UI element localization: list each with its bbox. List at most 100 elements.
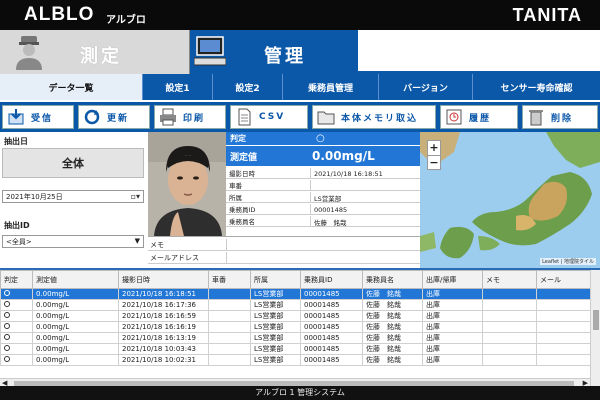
measured-value: 0.00mg/L: [312, 149, 375, 163]
detail-label: 車番: [229, 182, 242, 190]
app-logo: ALBLO: [24, 4, 95, 25]
table-cell: 2021/10/18 10:02:31: [118, 354, 209, 366]
table-cell: [536, 310, 591, 322]
table-cell: 2021/10/18 16:16:59: [118, 310, 209, 322]
table-cell: [208, 343, 251, 355]
table-cell: 出庫: [422, 332, 483, 344]
table-row[interactable]: 0.00mg/L 2021/10/18 10:02:31 LS営業部 00001485…: [0, 354, 591, 366]
tab-crew-management[interactable]: 乗務員管理: [282, 74, 378, 100]
memo-area: メモ メールアドレス: [148, 236, 420, 268]
column-header[interactable]: 所属: [250, 270, 301, 289]
email-field[interactable]: [226, 252, 420, 264]
document-icon: [238, 108, 251, 126]
table-row[interactable]: 0.00mg/L 2021/10/18 16:16:59 LS営業部 00001485…: [0, 310, 591, 322]
date-value: 2021年10月25日: [6, 192, 63, 201]
table-cell: LS営業部: [250, 288, 301, 300]
judge-cell: [0, 354, 33, 366]
update-label: 更新: [107, 113, 130, 124]
table-cell: [536, 343, 591, 355]
map-attribution[interactable]: Leaflet | 地理院タイル: [540, 258, 596, 265]
pass-circle-icon: [4, 334, 10, 340]
pass-circle-icon: [4, 312, 10, 318]
tab-settings-2[interactable]: 設定2: [212, 74, 282, 100]
column-header[interactable]: 車番: [208, 270, 251, 289]
delete-button[interactable]: 削除: [522, 105, 598, 129]
id-select[interactable]: <全員> ▼: [2, 235, 144, 248]
table-cell: [482, 288, 537, 300]
csv-button[interactable]: CSV: [230, 105, 308, 129]
horizontal-scrollbar[interactable]: ◀ ▶: [0, 378, 590, 386]
memo-label: メモ: [150, 240, 164, 249]
scroll-right-icon[interactable]: ▶: [583, 379, 588, 386]
column-header[interactable]: メモ: [482, 270, 537, 289]
vertical-scrollbar[interactable]: [590, 270, 600, 386]
tab-version[interactable]: バージョン: [378, 74, 472, 100]
table-row[interactable]: 0.00mg/L 2021/10/18 10:03:43 LS営業部 00001485…: [0, 343, 591, 355]
detail-row-car-number: 車番: [226, 180, 420, 191]
mode-tab-measure[interactable]: 測定: [0, 30, 190, 74]
table-cell: 出庫: [422, 299, 483, 311]
column-header[interactable]: 撮影日時: [118, 270, 209, 289]
column-header[interactable]: 乗務員ID: [300, 270, 363, 289]
tab-data-list[interactable]: データ一覧: [0, 74, 142, 100]
table-row[interactable]: 0.00mg/L 2021/10/18 16:16:19 LS営業部 00001485…: [0, 321, 591, 333]
table-cell: 00001485: [300, 343, 363, 355]
menu-bar: データ一覧 設定1 設定2 乗務員管理 バージョン センサー寿命確認: [0, 74, 600, 100]
memo-field[interactable]: [226, 239, 420, 251]
table-cell: 00001485: [300, 288, 363, 300]
tab-settings-1[interactable]: 設定1: [142, 74, 212, 100]
japan-map: [420, 132, 600, 268]
calendar-icon[interactable]: ▫▾: [131, 192, 140, 201]
tab-sensor-life[interactable]: センサー寿命確認: [472, 74, 600, 100]
table-cell: [208, 288, 251, 300]
table-row[interactable]: 0.00mg/L 2021/10/18 16:13:19 LS営業部 00001485…: [0, 332, 591, 344]
table-row[interactable]: 0.00mg/L 2021/10/18 16:18:51 LS営業部 00001485…: [0, 288, 591, 300]
history-icon: [446, 109, 462, 125]
judge-cell: [0, 321, 33, 333]
judge-cell: [0, 299, 33, 311]
column-header[interactable]: 乗務員名: [362, 270, 423, 289]
pass-circle-icon: [4, 345, 10, 351]
detail-label: 撮影日時: [229, 170, 255, 178]
scroll-left-icon[interactable]: ◀: [2, 379, 7, 386]
date-picker[interactable]: 2021年10月25日 ▫▾: [2, 190, 144, 203]
history-button[interactable]: 履歴: [440, 105, 518, 129]
all-button[interactable]: 全体: [2, 148, 144, 178]
judge-row: 判定 ○: [226, 132, 420, 145]
column-header[interactable]: 測定値: [32, 270, 119, 289]
table-cell: [482, 299, 537, 311]
scroll-thumb[interactable]: [593, 310, 599, 330]
table-cell: 0.00mg/L: [32, 343, 119, 355]
table-cell: LS営業部: [250, 354, 301, 366]
detail-label: 所属: [229, 194, 242, 202]
table-cell: LS営業部: [250, 332, 301, 344]
table-cell: [208, 321, 251, 333]
table-cell: 0.00mg/L: [32, 354, 119, 366]
printer-icon: [160, 108, 176, 126]
zoom-out-button[interactable]: −: [428, 155, 440, 169]
location-map[interactable]: [420, 132, 600, 268]
pass-circle-icon: [4, 301, 10, 307]
mode-tab-manage[interactable]: 管理: [190, 30, 358, 74]
title-bar: ALBLO アルブロ TANITA: [0, 0, 600, 30]
memo-row: メモ: [148, 239, 420, 251]
zoom-in-button[interactable]: +: [428, 141, 440, 155]
column-header[interactable]: メール: [536, 270, 591, 289]
column-header[interactable]: 判定: [0, 270, 33, 289]
receive-button[interactable]: 受信: [2, 105, 74, 129]
table-row[interactable]: 0.00mg/L 2021/10/18 16:17:36 LS営業部 00001485…: [0, 299, 591, 311]
import-memory-button[interactable]: 本体メモリ取込: [312, 105, 436, 129]
table-cell: [208, 332, 251, 344]
table-cell: 佐藤 銘哉: [362, 310, 423, 322]
toolbar: 受信 更新 印刷 CSV 本体メモリ取込 履歴 削除: [0, 100, 600, 132]
measured-value-row: 測定値 0.00mg/L: [226, 146, 420, 166]
print-button[interactable]: 印刷: [154, 105, 226, 129]
column-header[interactable]: 出庫/帰庫: [422, 270, 483, 289]
detail-label: 乗務員ID: [229, 206, 256, 214]
table-cell: [482, 354, 537, 366]
history-label: 履歴: [469, 113, 492, 124]
update-button[interactable]: 更新: [78, 105, 150, 129]
driver-photo-image: [148, 132, 226, 236]
table-cell: 00001485: [300, 321, 363, 333]
table-cell: 00001485: [300, 354, 363, 366]
